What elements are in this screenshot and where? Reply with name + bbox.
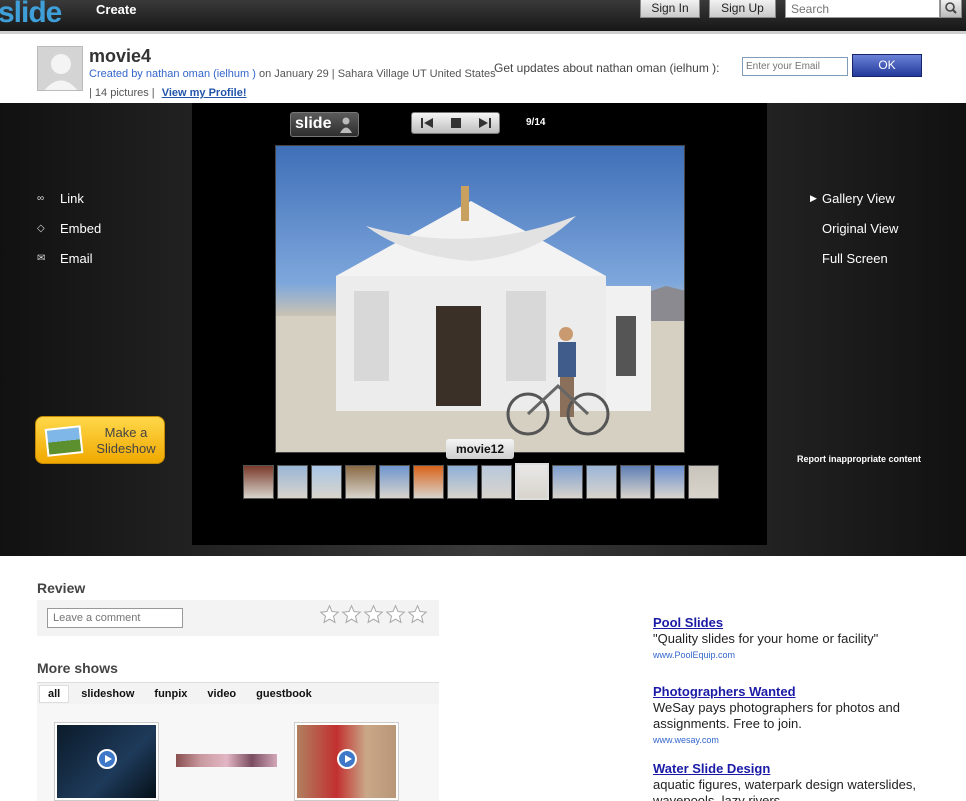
slide-logo[interactable]: slide bbox=[0, 0, 62, 30]
top-bar: slide Create Sign In Sign Up bbox=[0, 0, 966, 34]
thumbnail[interactable] bbox=[515, 463, 549, 500]
thumbnail[interactable] bbox=[413, 465, 444, 499]
player-logo[interactable]: slide bbox=[290, 112, 359, 137]
rating-stars bbox=[319, 604, 428, 625]
main-photo[interactable] bbox=[275, 145, 685, 453]
tab-guestbook[interactable]: guestbook bbox=[248, 686, 320, 702]
make-slideshow-button[interactable]: Make a Slideshow bbox=[35, 416, 165, 464]
thumbnail[interactable] bbox=[481, 465, 512, 499]
slide-counter: 9/14 bbox=[526, 117, 546, 128]
star-icon[interactable] bbox=[341, 604, 362, 625]
play-icon bbox=[97, 749, 117, 769]
created-date: on January 29 bbox=[259, 68, 329, 80]
stop-button[interactable] bbox=[445, 115, 467, 131]
link-icon: ∞ bbox=[37, 192, 45, 204]
creator-link[interactable]: Created by nathan oman (ielhum ) bbox=[89, 68, 256, 80]
next-button[interactable] bbox=[474, 115, 496, 131]
thumbnail[interactable] bbox=[311, 465, 342, 499]
review-heading: Review bbox=[37, 580, 86, 596]
make-slideshow-label: Make a Slideshow bbox=[96, 425, 156, 456]
sign-up-button[interactable]: Sign Up bbox=[709, 0, 776, 18]
search-input[interactable] bbox=[785, 0, 940, 18]
star-icon[interactable] bbox=[407, 604, 428, 625]
page-title: movie4 bbox=[89, 46, 152, 66]
tab-slideshow[interactable]: slideshow bbox=[73, 686, 142, 702]
ad-water-slide: Water Slide Design aquatic figures, wate… bbox=[653, 761, 953, 801]
thumbnail[interactable] bbox=[277, 465, 308, 499]
show-thumbnail[interactable] bbox=[294, 722, 399, 801]
create-link[interactable]: Create bbox=[96, 2, 136, 17]
ad-title-link[interactable]: Photographers Wanted bbox=[653, 684, 953, 700]
email-icon: ✉ bbox=[37, 252, 46, 264]
player-controls bbox=[411, 112, 500, 134]
thumbnail[interactable] bbox=[243, 465, 274, 499]
photo-caption: movie12 bbox=[446, 439, 514, 459]
email-field[interactable] bbox=[742, 57, 848, 76]
previous-button[interactable] bbox=[416, 115, 438, 131]
thumbnail[interactable] bbox=[654, 465, 685, 499]
search-icon bbox=[945, 2, 957, 14]
ad-url[interactable]: www.wesay.com bbox=[653, 732, 953, 748]
show-meta: Created by nathan oman (ielhum ) on Janu… bbox=[89, 68, 496, 80]
tab-funpix[interactable]: funpix bbox=[146, 686, 195, 702]
picture-count: 14 pictures bbox=[94, 87, 149, 99]
thumbnail[interactable] bbox=[379, 465, 410, 499]
ad-title-link[interactable]: Pool Slides bbox=[653, 615, 953, 631]
full-screen-link[interactable]: Full Screen bbox=[810, 243, 898, 273]
share-links: ∞ Link ◇ Embed ✉ Email bbox=[37, 183, 101, 273]
show-meta-2: | 14 pictures | View my Profile! bbox=[89, 87, 247, 99]
link-link[interactable]: ∞ Link bbox=[37, 183, 101, 213]
star-icon[interactable] bbox=[385, 604, 406, 625]
view-profile-link[interactable]: View my Profile! bbox=[162, 87, 247, 99]
ok-button[interactable]: OK bbox=[852, 54, 922, 77]
show-tabs: all slideshow funpix video guestbook bbox=[37, 682, 439, 704]
view-links: ▶ Gallery View Original View Full Screen bbox=[810, 183, 898, 273]
thumbnail[interactable] bbox=[447, 465, 478, 499]
avatar[interactable] bbox=[37, 46, 83, 91]
more-shows-heading: More shows bbox=[37, 660, 118, 676]
tab-video[interactable]: video bbox=[199, 686, 244, 702]
updates-label: Get updates about nathan oman (ielhum ): bbox=[494, 61, 720, 75]
ad-url[interactable]: www.PoolEquip.com bbox=[653, 647, 953, 663]
tab-all[interactable]: all bbox=[39, 684, 70, 703]
original-view-link[interactable]: Original View bbox=[810, 213, 898, 243]
play-arrow-icon: ▶ bbox=[810, 192, 817, 203]
embed-icon: ◇ bbox=[37, 222, 45, 234]
embed-link[interactable]: ◇ Embed bbox=[37, 213, 101, 243]
star-icon[interactable] bbox=[363, 604, 384, 625]
ad-title-link[interactable]: Water Slide Design bbox=[653, 761, 953, 777]
ad-pool-slides: Pool Slides "Quality slides for your hom… bbox=[653, 615, 953, 663]
search-button[interactable] bbox=[940, 0, 962, 18]
email-link[interactable]: ✉ Email bbox=[37, 243, 101, 273]
thumbnail[interactable] bbox=[586, 465, 617, 499]
gallery-view-link[interactable]: ▶ Gallery View bbox=[810, 183, 898, 213]
show-thumbnail[interactable] bbox=[176, 754, 277, 767]
thumbnail-strip bbox=[243, 463, 719, 500]
photo-icon bbox=[44, 425, 84, 457]
location: Sahara Village UT United States bbox=[337, 68, 496, 80]
thumbnail[interactable] bbox=[620, 465, 651, 499]
star-icon[interactable] bbox=[319, 604, 340, 625]
person-icon bbox=[340, 117, 352, 133]
comment-input[interactable] bbox=[47, 608, 183, 628]
stop-icon bbox=[450, 118, 461, 128]
thumbnail[interactable] bbox=[345, 465, 376, 499]
player-stage: ∞ Link ◇ Embed ✉ Email ▶ Gallery View Or… bbox=[0, 103, 966, 556]
skip-forward-icon bbox=[478, 118, 491, 128]
shows-grid bbox=[37, 704, 439, 801]
play-icon bbox=[337, 749, 357, 769]
thumbnail[interactable] bbox=[688, 465, 719, 499]
sign-in-button[interactable]: Sign In bbox=[640, 0, 700, 18]
report-link[interactable]: Report inappropriate content bbox=[797, 454, 921, 464]
ad-photographers: Photographers Wanted WeSay pays photogra… bbox=[653, 684, 953, 748]
thumbnail[interactable] bbox=[552, 465, 583, 499]
show-thumbnail[interactable] bbox=[54, 722, 159, 801]
skip-back-icon bbox=[420, 118, 433, 128]
